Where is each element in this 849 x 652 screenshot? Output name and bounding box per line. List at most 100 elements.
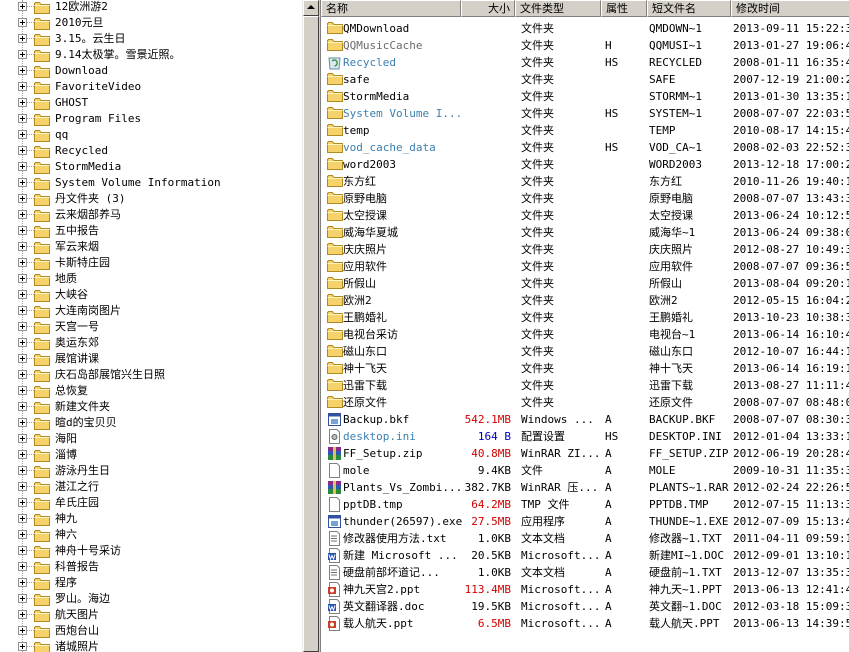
tree-item[interactable]: 云来烟部养马 xyxy=(0,207,300,223)
tree-item[interactable]: 新建文件夹 xyxy=(0,399,300,415)
expand-plus-icon[interactable] xyxy=(18,498,27,507)
file-row[interactable]: 应用软件 文件夹 应用软件 2008-07-07 09:36:52 xyxy=(321,258,849,275)
expand-plus-icon[interactable] xyxy=(18,594,27,603)
file-row[interactable]: desktop.ini 164 B 配置设置 HS DESKTOP.INI 2012-01… xyxy=(321,428,849,445)
tree-item[interactable]: 科普报告 xyxy=(0,559,300,575)
expand-plus-icon[interactable] xyxy=(18,162,27,171)
expand-plus-icon[interactable] xyxy=(18,450,27,459)
file-row[interactable]: 硬盘前部坏道记... 1.0KB 文本文档 A 硬盘前~1.TXT 2013-12-07 … xyxy=(321,564,849,581)
column-header-size[interactable]: 大小 xyxy=(461,0,515,17)
tree-item[interactable]: StormMedia xyxy=(0,159,300,175)
expand-plus-icon[interactable] xyxy=(18,290,27,299)
expand-plus-icon[interactable] xyxy=(18,50,27,59)
expand-plus-icon[interactable] xyxy=(18,386,27,395)
expand-plus-icon[interactable] xyxy=(18,642,27,651)
expand-plus-icon[interactable] xyxy=(18,626,27,635)
tree-item[interactable]: 五中报告 xyxy=(0,223,300,239)
expand-plus-icon[interactable] xyxy=(18,370,27,379)
file-row[interactable]: 原野电脑 文件夹 原野电脑 2008-07-07 13:43:30 xyxy=(321,190,849,207)
tree-item[interactable]: GHOST xyxy=(0,95,300,111)
tree-item[interactable]: 12欧洲游2 xyxy=(0,0,300,15)
expand-plus-icon[interactable] xyxy=(18,194,27,203)
column-header-attributes[interactable]: 属性 xyxy=(601,0,647,17)
tree-item[interactable]: 丹文件夹 (3) xyxy=(0,191,300,207)
file-row[interactable]: FF_Setup.zip 40.8MB WinRAR ZI... A FF_SETUP.… xyxy=(321,445,849,462)
file-row[interactable]: 东方红 文件夹 东方红 2010-11-26 19:40:16 xyxy=(321,173,849,190)
expand-plus-icon[interactable] xyxy=(18,146,27,155)
expand-plus-icon[interactable] xyxy=(18,98,27,107)
tree-item[interactable]: System Volume Information xyxy=(0,175,300,191)
expand-plus-icon[interactable] xyxy=(18,130,27,139)
file-row[interactable]: 太空授课 文件夹 太空授课 2013-06-24 10:12:56 xyxy=(321,207,849,224)
tree-item[interactable]: 神舟十号采访 xyxy=(0,543,300,559)
expand-plus-icon[interactable] xyxy=(18,66,27,75)
tree-item[interactable]: 地质 xyxy=(0,271,300,287)
file-row[interactable]: StormMedia 文件夹 STORMM~1 2013-01-30 13:35:18 xyxy=(321,88,849,105)
expand-plus-icon[interactable] xyxy=(18,578,27,587)
expand-plus-icon[interactable] xyxy=(18,546,27,555)
tree-item[interactable]: 诸城照片 xyxy=(0,639,300,652)
tree-item[interactable]: 展馆讲课 xyxy=(0,351,300,367)
tree-item[interactable]: 暄d的宝贝贝 xyxy=(0,415,300,431)
tree-item[interactable]: 西炮台山 xyxy=(0,623,300,639)
expand-plus-icon[interactable] xyxy=(18,338,27,347)
file-row[interactable]: 磁山东口 文件夹 磁山东口 2012-10-07 16:44:18 xyxy=(321,343,849,360)
file-row[interactable]: 修改器使用方法.txt 1.0KB 文本文档 A 修改器~1.TXT 2011-04-11… xyxy=(321,530,849,547)
file-row[interactable]: vod_cache_data 文件夹 HS VOD_CA~1 2008-02-03 22… xyxy=(321,139,849,156)
tree-item[interactable]: 军云来烟 xyxy=(0,239,300,255)
tree-item[interactable]: 2010元旦 xyxy=(0,15,300,31)
tree-item[interactable]: FavoriteVideo xyxy=(0,79,300,95)
tree-item[interactable]: 奥运东郊 xyxy=(0,335,300,351)
tree-item[interactable]: Download xyxy=(0,63,300,79)
column-header-name[interactable]: 名称 xyxy=(321,0,461,17)
file-row[interactable]: mole 9.4KB 文件 A MOLE 2009-10-31 11:35:34 xyxy=(321,462,849,479)
folder-tree[interactable]: 12欧洲游2 2010元旦 3.15。云生日 9.14太极掌。雪景近照。 Downloa… xyxy=(0,0,302,652)
file-row[interactable]: 神九天宫2.ppt 113.4MB Microsoft... A 神九天~1.PPT 20… xyxy=(321,581,849,598)
tree-item[interactable]: 神六 xyxy=(0,527,300,543)
expand-plus-icon[interactable] xyxy=(18,34,27,43)
expand-plus-icon[interactable] xyxy=(18,514,27,523)
column-header-short-name[interactable]: 短文件名 xyxy=(647,0,731,17)
file-row[interactable]: QMDownload 文件夹 QMDOWN~1 2013-09-11 15:22:30 xyxy=(321,20,849,37)
expand-plus-icon[interactable] xyxy=(18,2,27,11)
expand-plus-icon[interactable] xyxy=(18,354,27,363)
tree-item[interactable]: 大峡谷 xyxy=(0,287,300,303)
tree-item[interactable]: 3.15。云生日 xyxy=(0,31,300,47)
expand-plus-icon[interactable] xyxy=(18,242,27,251)
expand-plus-icon[interactable] xyxy=(18,466,27,475)
expand-plus-icon[interactable] xyxy=(18,178,27,187)
file-row[interactable]: 新建 Microsoft ... 20.5KB Microsoft... A 新建MI~… xyxy=(321,547,849,564)
column-header-type[interactable]: 文件类型 xyxy=(515,0,601,17)
expand-plus-icon[interactable] xyxy=(18,306,27,315)
file-row[interactable]: System Volume I... 文件夹 HS SYSTEM~1 2008-07-0… xyxy=(321,105,849,122)
expand-plus-icon[interactable] xyxy=(18,562,27,571)
file-row[interactable]: 威海华夏城 文件夹 威海华~1 2013-06-24 09:38:02 xyxy=(321,224,849,241)
file-row[interactable]: 欧洲2 文件夹 欧洲2 2012-05-15 16:04:26 xyxy=(321,292,849,309)
file-row[interactable]: QQMusicCache 文件夹 H QQMUSI~1 2013-01-27 19:06… xyxy=(321,37,849,54)
expand-plus-icon[interactable] xyxy=(18,610,27,619)
file-row[interactable]: 还原文件 文件夹 还原文件 2008-07-07 08:48:08 xyxy=(321,394,849,411)
tree-item[interactable]: 天宫一号 xyxy=(0,319,300,335)
tree-item[interactable]: 总恢复 xyxy=(0,383,300,399)
file-row[interactable]: safe 文件夹 SAFE 2007-12-19 21:00:22 xyxy=(321,71,849,88)
expand-plus-icon[interactable] xyxy=(18,402,27,411)
file-row[interactable]: 神十飞天 文件夹 神十飞天 2013-06-14 16:19:14 xyxy=(321,360,849,377)
expand-plus-icon[interactable] xyxy=(18,258,27,267)
expand-plus-icon[interactable] xyxy=(18,322,27,331)
expand-plus-icon[interactable] xyxy=(18,434,27,443)
tree-item[interactable]: 湛江之行 xyxy=(0,479,300,495)
expand-plus-icon[interactable] xyxy=(18,418,27,427)
tree-item[interactable]: Recycled xyxy=(0,143,300,159)
file-row[interactable]: Plants_Vs_Zombi... 382.7KB WinRAR 压... A PLA… xyxy=(321,479,849,496)
expand-plus-icon[interactable] xyxy=(18,82,27,91)
file-row[interactable]: Recycled 文件夹 HS RECYCLED 2008-01-11 16:35:40 xyxy=(321,54,849,71)
tree-item[interactable]: 淄博 xyxy=(0,447,300,463)
file-row[interactable]: 电视台采访 文件夹 电视台~1 2013-06-14 16:10:42 xyxy=(321,326,849,343)
tree-item[interactable]: 牟氏庄园 xyxy=(0,495,300,511)
tree-item[interactable]: 神九 xyxy=(0,511,300,527)
file-row[interactable]: pptDB.tmp 64.2MB TMP 文件 A PPTDB.TMP 2012-07-1… xyxy=(321,496,849,513)
scroll-up-button[interactable] xyxy=(303,0,319,16)
scrollbar-thumb[interactable] xyxy=(303,16,319,652)
expand-plus-icon[interactable] xyxy=(18,482,27,491)
file-row[interactable]: Backup.bkf 542.1MB Windows ... A BACKUP.BKF 2… xyxy=(321,411,849,428)
